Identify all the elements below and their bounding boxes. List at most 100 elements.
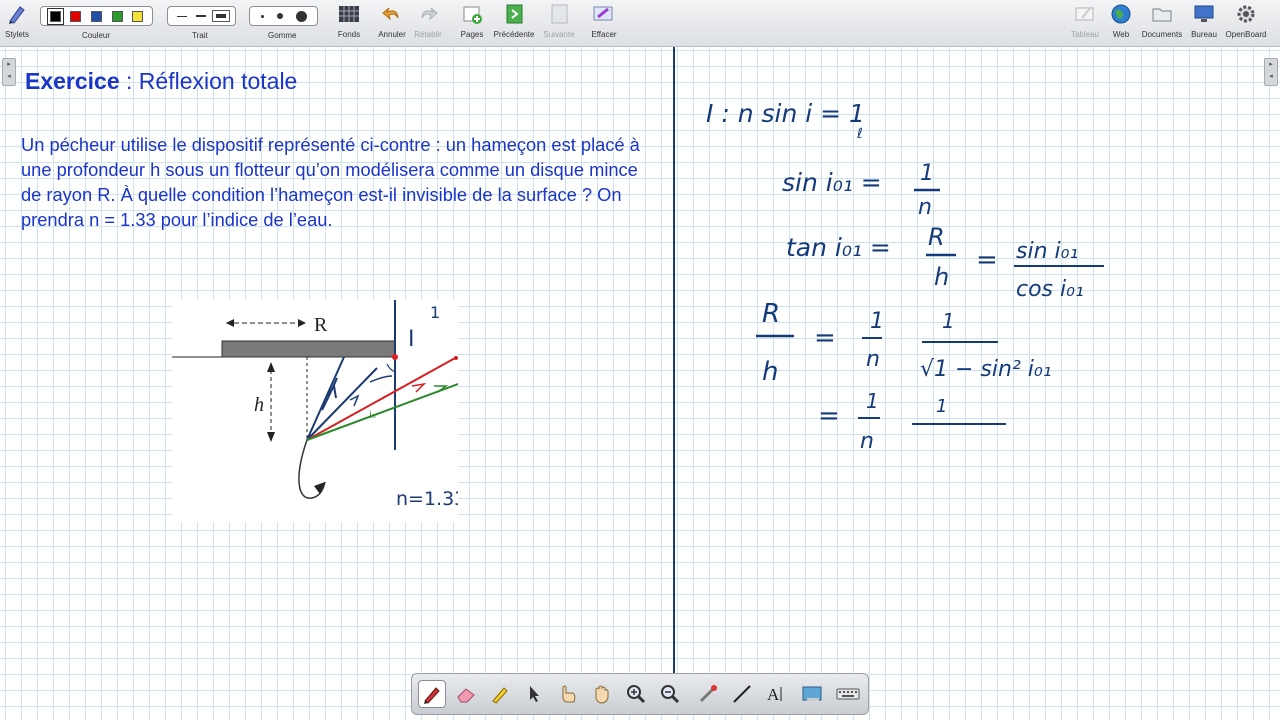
pages-button[interactable]: Pages [458, 2, 486, 44]
tool-palette: A [411, 673, 869, 715]
folder-icon [1151, 2, 1173, 26]
hw-line-3-num2: sin i₀₁ [1016, 239, 1078, 264]
left-panel-toggle[interactable]: ▸ ◂ [2, 58, 16, 86]
capture-tool[interactable] [798, 680, 826, 708]
color-blue-swatch[interactable] [90, 10, 102, 22]
laser-pointer-tool[interactable] [694, 680, 722, 708]
text-icon: A [767, 685, 782, 704]
clear-button[interactable]: Effacer [588, 2, 620, 44]
eraser-small-option[interactable] [260, 14, 264, 18]
fishing-float-figure: R h i₀ I 1 n=1.33 [172, 300, 513, 522]
add-page-icon [461, 2, 483, 26]
eraser-tool[interactable] [452, 680, 480, 708]
label-R: R [314, 314, 328, 336]
redo-button[interactable]: Rétablir [412, 2, 444, 44]
tableau-button[interactable]: Tableau [1068, 2, 1102, 44]
eraser-icon [457, 688, 475, 703]
top-toolbar: Stylets Couleur Trait Gomme Fonds Annule… [0, 0, 1280, 47]
undo-button[interactable]: Annuler [376, 2, 408, 44]
hw-line-1: I : n sin i = 1 [706, 99, 865, 128]
stylets-button[interactable]: Stylets [4, 2, 30, 44]
exercise-title: Exercice : Réflexion totale [25, 68, 297, 95]
radius-arrowhead-right [298, 319, 306, 327]
label-I: I [408, 327, 415, 352]
hw-line-4-root: √1 − sin² i₀₁ [920, 357, 1052, 382]
redo-icon [417, 2, 439, 26]
fonds-button[interactable]: Fonds [334, 2, 364, 44]
keyboard-tool[interactable] [834, 680, 862, 708]
pen-tool[interactable] [418, 680, 446, 708]
board-icon [1074, 2, 1096, 26]
hw-line-4-f1n: 1 [870, 309, 884, 334]
trait-label: Trait [192, 31, 208, 40]
hw-line-5-eq: = [818, 401, 840, 431]
eraser-large-option[interactable] [295, 10, 307, 22]
angle-arc-3 [386, 363, 396, 373]
arrow-cursor-icon [530, 686, 539, 702]
page-divider-line [673, 47, 675, 673]
screen-capture-icon [802, 686, 822, 701]
openboard-button[interactable]: OpenBoard [1224, 2, 1268, 44]
hw-line-3-lhs: tan i₀₁ = [786, 233, 891, 262]
color-green-swatch[interactable] [111, 10, 123, 22]
zoom-out-tool[interactable] [656, 680, 684, 708]
bureau-button[interactable]: Bureau [1189, 2, 1219, 44]
ray-2-arrow [349, 394, 360, 407]
zoom-out-icon [661, 685, 680, 704]
documents-button[interactable]: Documents [1140, 2, 1184, 44]
exercise-title-rest: : Réflexion totale [119, 68, 298, 94]
hw-line-2-lhs: sin i₀₁ = [782, 168, 882, 197]
color-palette [40, 6, 153, 26]
ray-critical-end [454, 356, 458, 360]
float-disk [221, 340, 396, 358]
color-yellow-swatch[interactable] [132, 10, 144, 22]
previous-page-button[interactable]: Précédente [490, 2, 538, 44]
eraser-medium-option[interactable] [276, 13, 283, 19]
undo-icon [381, 2, 403, 26]
label-i0: i₀ [369, 410, 376, 421]
laser-pointer-icon [699, 685, 717, 703]
background-grid-icon [338, 2, 360, 26]
depth-arrowhead-top [267, 362, 275, 372]
radius-arrowhead-left [226, 319, 234, 327]
right-panel-toggle[interactable]: ▸ ◂ [1264, 58, 1278, 86]
zoom-in-tool[interactable] [622, 680, 650, 708]
label-h: h [254, 394, 264, 416]
desktop-icon [1193, 2, 1215, 26]
stroke-thin-option[interactable] [176, 15, 187, 17]
stroke-width-selector [167, 6, 236, 26]
exercise-title-bold: Exercice [25, 68, 120, 94]
hw-line-1-sub: ℓ [856, 126, 863, 142]
color-black-swatch[interactable] [46, 7, 64, 25]
collapse-arrow-icon: ◂ [7, 73, 11, 80]
settings-gear-icon [1235, 2, 1257, 26]
line-icon [733, 685, 751, 703]
highlighter-icon [492, 687, 508, 704]
hw-line-4-f2n: 1 [942, 309, 955, 333]
highlighter-tool[interactable] [486, 680, 514, 708]
pen-icon [424, 687, 440, 704]
line-tool[interactable] [728, 680, 756, 708]
select-tool[interactable] [520, 680, 548, 708]
stroke-thick-option[interactable] [212, 10, 231, 22]
next-page-button[interactable]: Suivante [540, 2, 578, 44]
interact-tool[interactable] [554, 680, 582, 708]
text-tool[interactable]: A [762, 680, 790, 708]
next-page-icon [548, 2, 570, 26]
hw-line-5-f1d: n [860, 429, 874, 454]
handwritten-solution: I : n sin i = 1 ℓ sin i₀₁ = 1 n tan i₀₁ … [700, 90, 1120, 470]
ray-critical [306, 356, 458, 441]
collapse-arrow-icon: ◂ [1269, 73, 1273, 80]
hand-tool[interactable] [588, 680, 616, 708]
clear-page-icon [592, 2, 616, 26]
web-button[interactable]: Web [1108, 2, 1134, 44]
float-edge-point [392, 354, 398, 360]
globe-icon [1110, 2, 1132, 26]
color-red-swatch[interactable] [70, 10, 82, 22]
eraser-size-selector [249, 6, 318, 26]
hw-line-3-num: R [928, 223, 945, 251]
previous-page-icon [503, 2, 525, 26]
stroke-medium-option[interactable] [196, 15, 207, 17]
ray-2 [306, 367, 378, 441]
angle-arc-2 [369, 375, 393, 383]
